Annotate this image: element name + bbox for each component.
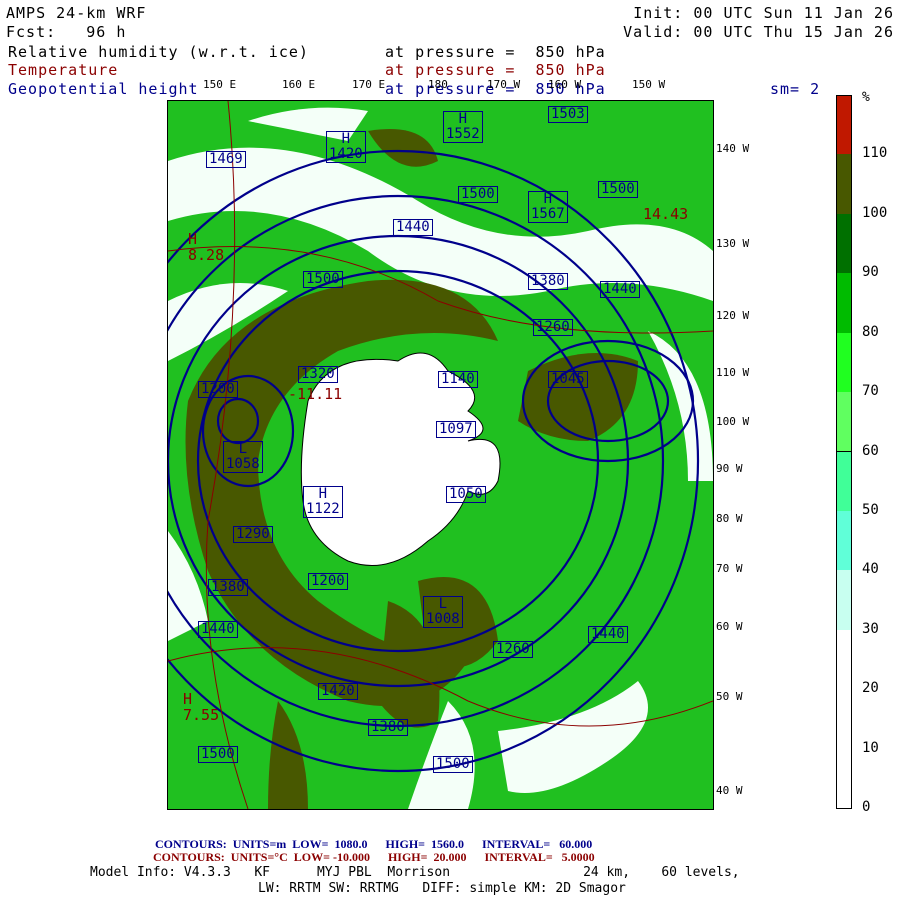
height-label: 1200 xyxy=(308,573,348,590)
height-label: L 1008 xyxy=(423,596,463,628)
colorbar-segment xyxy=(836,273,852,334)
colorbar-label: 50 xyxy=(862,501,879,518)
colorbar-label: 30 xyxy=(862,620,879,637)
height-label: 1290 xyxy=(233,526,273,543)
height-label: 1469 xyxy=(206,151,246,168)
colorbar-segment xyxy=(836,629,852,691)
colorbar-label: 90 xyxy=(862,264,879,281)
field-temp-name: Temperature xyxy=(8,61,119,79)
colorbar-segment xyxy=(836,332,852,394)
top-lon-label: 170 W xyxy=(487,78,521,91)
height-label: L 1058 xyxy=(223,441,263,473)
height-label: 1440 xyxy=(198,621,238,638)
right-lon-label: 100 W xyxy=(716,415,750,428)
right-lon-label: 80 W xyxy=(716,512,743,525)
field-rh-level: at pressure = 850 hPa xyxy=(385,43,606,61)
temperature-label: H 7.55 xyxy=(183,690,220,724)
top-lon-label: 160 W xyxy=(548,78,582,91)
top-lon-label: 160 E xyxy=(282,78,316,91)
height-label: 1440 xyxy=(588,626,628,643)
height-label: 1500 xyxy=(598,181,638,198)
model-info: Model Info: V4.3.3 KF MYJ PBL Morrison 2… xyxy=(90,865,740,880)
physics-info: LW: RRTM SW: RRTMG DIFF: simple KM: 2D S… xyxy=(258,881,626,896)
temp-contour-info: CONTOURS: UNITS=°C LOW= -10.000 HIGH= 20… xyxy=(153,850,595,864)
field-rh-name: Relative humidity (w.r.t. ice) xyxy=(8,43,309,61)
height-label: 1440 xyxy=(600,281,640,298)
temperature-label: -11.11 xyxy=(288,385,343,403)
colorbar-label: 20 xyxy=(862,680,879,697)
height-label: 1500 xyxy=(433,756,473,773)
height-label: 1140 xyxy=(438,371,478,388)
right-lon-label: 140 W xyxy=(716,142,750,155)
colorbar-segment xyxy=(836,451,852,512)
valid-time: Valid: 00 UTC Thu 15 Jan 26 xyxy=(623,23,894,41)
colorbar-segment xyxy=(836,510,852,572)
colorbar-label: 70 xyxy=(862,383,879,400)
height-label: 1260 xyxy=(493,641,533,658)
right-lon-label: 50 W xyxy=(716,690,743,703)
smoothing-label: sm= 2 xyxy=(770,80,821,98)
colorbar-label: 80 xyxy=(862,323,879,340)
forecast-hour: Fcst: 96 h xyxy=(6,23,127,41)
colorbar-segment xyxy=(836,95,852,157)
height-label: 1097 xyxy=(436,421,476,438)
right-lon-label: 70 W xyxy=(716,562,743,575)
top-lon-label: 170 E xyxy=(352,78,386,91)
colorbar-label: 100 xyxy=(862,204,888,221)
right-lon-label: 40 W xyxy=(716,784,743,797)
map-panel: H 1552 1503 H 1420 1469 1500 H 1567 1500 1440 13… xyxy=(167,100,714,810)
colorbar-label: 10 xyxy=(862,739,879,756)
colorbar-label: 110 xyxy=(862,145,888,162)
height-label: H 1420 xyxy=(326,131,366,163)
weather-map-figure: AMPS 24-km WRF Fcst: 96 h Init: 00 UTC S… xyxy=(0,0,900,900)
right-lon-label: 60 W xyxy=(716,620,743,633)
colorbar-label: 40 xyxy=(862,561,879,578)
top-lon-label: 150 E xyxy=(203,78,237,91)
height-label: 1420 xyxy=(318,683,358,700)
height-label: 1500 xyxy=(303,271,343,288)
height-label: 1500 xyxy=(458,186,498,203)
height-label: 1380 xyxy=(528,273,568,290)
height-label: 1503 xyxy=(548,106,588,123)
height-label: 1200 xyxy=(198,381,238,398)
height-label: 1440 xyxy=(393,219,433,236)
colorbar-segment xyxy=(836,392,852,453)
colorbar-segment xyxy=(836,748,852,809)
height-label: H 1567 xyxy=(528,191,568,223)
height-label: 1260 xyxy=(533,319,573,336)
field-temp-level: at pressure = 850 hPa xyxy=(385,61,606,79)
colorbar-label: 60 xyxy=(862,442,879,459)
height-label: 1045 xyxy=(548,371,588,388)
height-label: 1380 xyxy=(368,719,408,736)
temperature-label: 14.43 xyxy=(643,205,689,223)
colorbar-segment xyxy=(836,154,852,215)
init-time: Init: 00 UTC Sun 11 Jan 26 xyxy=(633,4,894,22)
colorbar-segment xyxy=(836,213,852,275)
colorbar-label: 0 xyxy=(862,799,871,815)
right-lon-label: 110 W xyxy=(716,366,750,379)
right-lon-label: 120 W xyxy=(716,309,750,322)
height-label: 1320 xyxy=(298,366,338,383)
temperature-label: H 8.28 xyxy=(188,230,225,264)
height-label: 1500 xyxy=(198,746,238,763)
colorbar-unit: % xyxy=(862,90,871,105)
top-lon-label: 180 xyxy=(428,78,448,91)
top-lon-label: 150 W xyxy=(632,78,666,91)
right-lon-label: 90 W xyxy=(716,462,743,475)
colorbar-segment xyxy=(836,689,852,750)
right-lon-label: 130 W xyxy=(716,237,750,250)
colorbar-segment xyxy=(836,570,852,631)
field-height-name: Geopotential height xyxy=(8,80,199,98)
height-label: 1050 xyxy=(446,486,486,503)
height-label: H 1122 xyxy=(303,486,343,518)
height-label: H 1552 xyxy=(443,111,483,143)
model-title: AMPS 24-km WRF xyxy=(6,4,147,22)
height-label: 1380 xyxy=(208,579,248,596)
